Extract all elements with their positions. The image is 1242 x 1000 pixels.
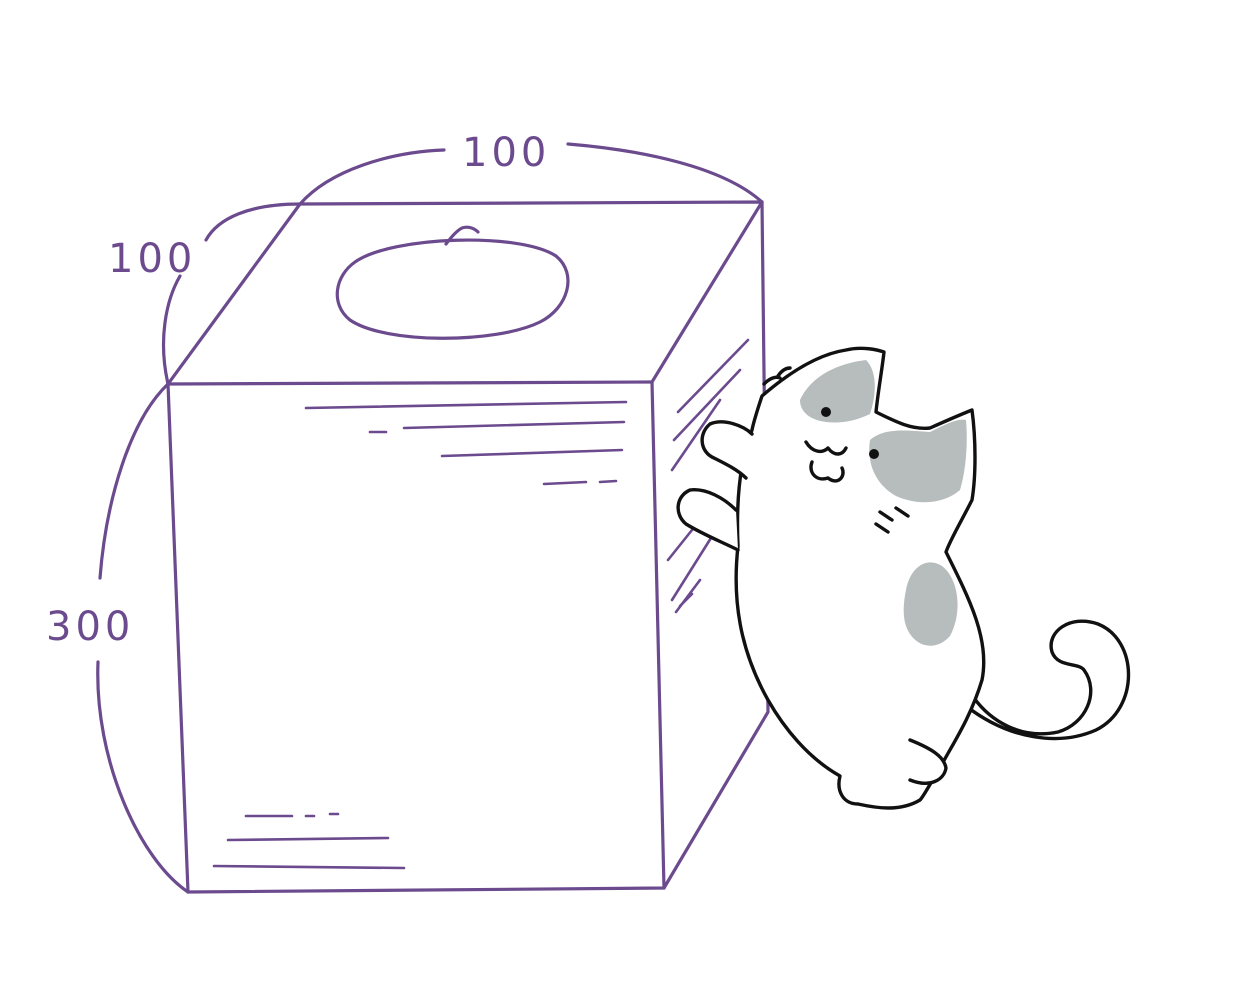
- box-and-cat-illustration: 100 100 300: [46, 130, 1131, 894]
- box-front-face: [166, 380, 666, 894]
- tissue-box-drawing: 100 100 300: [46, 130, 770, 894]
- cat-tail: [964, 619, 1131, 741]
- cat-right-eye: [869, 449, 879, 459]
- height-label: 300: [46, 604, 134, 650]
- cat-body-patch: [903, 562, 958, 646]
- cat-upper-paw: [700, 420, 754, 480]
- cat-drawing: [676, 346, 1131, 810]
- width-label: 100: [462, 130, 550, 176]
- depth-label: 100: [108, 236, 196, 282]
- front-shading-top: [304, 400, 628, 486]
- box-top-face: [166, 200, 764, 386]
- cat-left-eye: [821, 407, 831, 417]
- box-opening-oval: [335, 238, 570, 340]
- front-shading-bottom: [212, 812, 406, 870]
